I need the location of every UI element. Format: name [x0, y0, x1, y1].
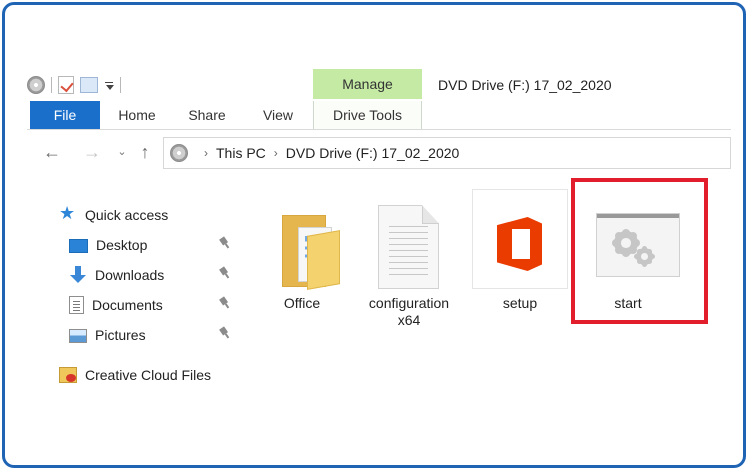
chevron-right-icon: ›: [204, 146, 208, 160]
gear-icon: [636, 248, 653, 265]
new-folder-icon[interactable]: [80, 77, 98, 93]
drive-disc-icon[interactable]: [27, 76, 45, 94]
back-arrow-icon[interactable]: ←: [43, 143, 61, 161]
gear-icon: [614, 231, 638, 255]
file-label: start: [614, 295, 642, 311]
folder-icon: [282, 207, 340, 290]
window-title: DVD Drive (F:) 17_02_2020: [438, 77, 612, 93]
pictures-icon: [69, 329, 87, 343]
application-gears-icon: [596, 213, 680, 277]
sidebar-item-label: Pictures: [95, 327, 146, 343]
ribbon-tabs: File Home Share View Drive Tools: [27, 101, 731, 130]
sidebar-item-desktop[interactable]: Desktop: [69, 233, 147, 257]
file-item-setup[interactable]: setup: [472, 189, 568, 329]
quick-access-toolbar: [27, 73, 121, 97]
breadcrumb-current-drive[interactable]: DVD Drive (F:) 17_02_2020: [286, 145, 460, 161]
sidebar-item-downloads[interactable]: Downloads: [69, 263, 164, 287]
office-setup-icon: [472, 189, 568, 289]
breadcrumb-this-pc[interactable]: This PC: [216, 145, 266, 161]
pin-icon: [217, 325, 234, 342]
file-item-start[interactable]: start: [580, 189, 680, 329]
forward-arrow-icon[interactable]: →: [83, 143, 101, 161]
sidebar-item-label: Quick access: [85, 207, 169, 223]
toolbar-separator: [51, 77, 52, 93]
recent-locations-icon[interactable]: ⌄: [117, 143, 127, 161]
pin-icon: [217, 265, 234, 282]
address-bar[interactable]: › This PC › DVD Drive (F:) 17_02_2020: [163, 137, 731, 169]
sidebar-item-quick-access[interactable]: Quick access: [59, 203, 168, 227]
sidebar-item-creative-cloud-files[interactable]: Creative Cloud Files: [59, 363, 211, 387]
chevron-right-icon: ›: [273, 146, 278, 160]
file-label: Office: [283, 295, 321, 311]
file-item-configuration-x64[interactable]: configuration x64: [361, 189, 457, 329]
tab-home[interactable]: Home: [109, 101, 165, 129]
pin-icon: [217, 235, 234, 252]
creative-cloud-icon: [59, 367, 77, 383]
file-list: Office configuration x64 setup start: [240, 178, 735, 351]
file-label: configuration x64: [368, 295, 450, 328]
documents-icon: [69, 296, 84, 314]
download-icon: [69, 266, 87, 284]
tab-drive-tools[interactable]: Drive Tools: [313, 101, 422, 129]
properties-icon[interactable]: [58, 76, 74, 94]
sidebar-item-pictures[interactable]: Pictures: [69, 323, 146, 347]
sidebar-item-label: Downloads: [95, 267, 165, 283]
customize-toolbar-icon[interactable]: [104, 80, 114, 90]
tab-share[interactable]: Share: [180, 101, 234, 129]
star-icon: [59, 204, 77, 224]
sidebar-item-documents[interactable]: Documents: [69, 293, 163, 317]
sidebar-item-label: Documents: [92, 297, 163, 313]
office-logo-icon: [497, 217, 542, 271]
manage-context-tab[interactable]: Manage: [313, 69, 422, 99]
sidebar-item-label: Creative Cloud Files: [85, 367, 212, 383]
toolbar-separator: [120, 77, 121, 93]
pin-icon: [217, 295, 234, 312]
explorer-frame: Manage DVD Drive (F:) 17_02_2020 File Ho…: [2, 2, 746, 468]
sidebar-item-label: Desktop: [96, 237, 148, 253]
navigation-row: ← → ⌄ ↑ › This PC › DVD Drive (F:) 17_02…: [39, 137, 731, 171]
navigation-pane: Quick access Desktop Downloads Documents…: [59, 203, 234, 393]
file-item-office[interactable]: Office: [254, 189, 350, 329]
desktop-icon: [69, 239, 88, 253]
document-icon: [378, 205, 439, 289]
drive-disc-icon: [170, 144, 188, 162]
file-label: setup: [502, 295, 538, 311]
tab-file[interactable]: File: [30, 101, 100, 129]
up-arrow-icon[interactable]: ↑: [136, 143, 154, 161]
tab-view[interactable]: View: [253, 101, 303, 129]
